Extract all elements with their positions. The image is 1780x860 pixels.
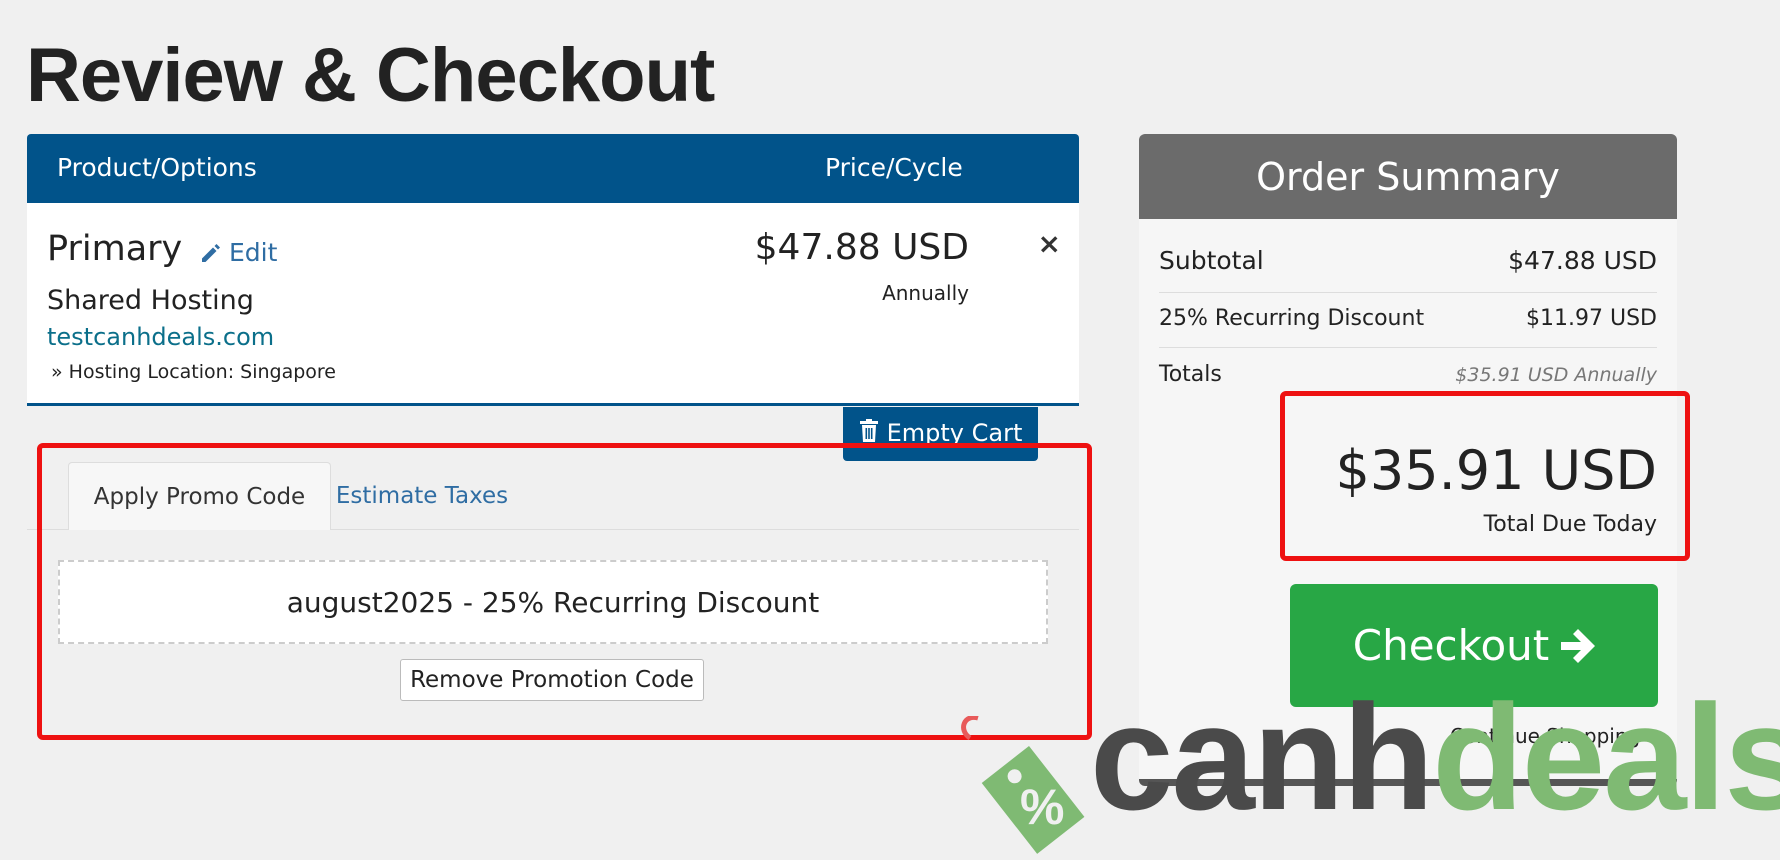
product-options-header: Product/Options (57, 153, 257, 182)
page-title: Review & Checkout (26, 33, 715, 118)
edit-link[interactable]: Edit (199, 238, 277, 267)
product-group: Shared Hosting (47, 285, 254, 316)
cart-table: Product/Options Price/Cycle Primary Edit… (27, 134, 1079, 406)
watermark-part-deals: deals (1432, 673, 1780, 841)
edit-label: Edit (229, 238, 278, 267)
domain-link[interactable]: testcanhdeals.com (47, 323, 274, 351)
watermark-part-canh: canh (1090, 673, 1434, 841)
cart-table-header: Product/Options Price/Cycle (27, 134, 1079, 203)
trash-icon (859, 419, 878, 442)
billing-cycle: Annually (882, 281, 969, 305)
pencil-icon (202, 243, 220, 262)
remove-item-icon[interactable]: × (1038, 227, 1061, 260)
subtotal-value: $47.88 USD (1508, 246, 1657, 275)
product-name: Primary (47, 229, 183, 269)
order-summary-title: Order Summary (1139, 134, 1677, 219)
checkout-label: Checkout (1352, 621, 1550, 670)
item-price: $47.88 USD (754, 227, 969, 268)
divider (1159, 292, 1657, 293)
total-highlight-box (1280, 391, 1690, 561)
watermark-text: canhdeals (1090, 682, 1780, 832)
discount-label: 25% Recurring Discount (1159, 306, 1425, 331)
subtotal-label: Subtotal (1159, 246, 1264, 275)
arrow-right-icon (1561, 628, 1596, 663)
hosting-location-option: » Hosting Location: Singapore (51, 361, 336, 383)
cart-item: Primary Edit Shared Hosting testcanhdeal… (27, 203, 1079, 406)
promo-highlight-box (37, 443, 1092, 740)
divider (1159, 347, 1657, 348)
price-cycle-header: Price/Cycle (825, 153, 963, 182)
totals-label: Totals (1159, 362, 1222, 387)
totals-value: $35.91 USD Annually (1455, 364, 1657, 386)
discount-value: $11.97 USD (1526, 306, 1657, 331)
tag-percent: % (1020, 779, 1064, 835)
price-tag-icon: % (961, 716, 1085, 854)
